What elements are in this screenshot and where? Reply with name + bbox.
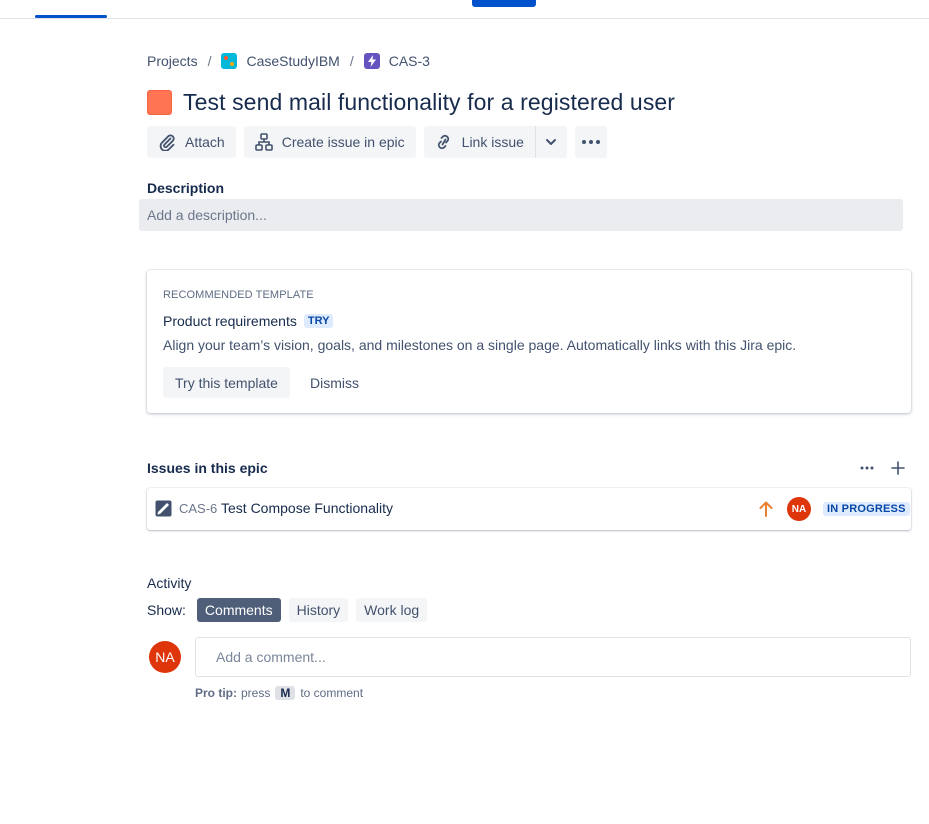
add-child-issue-button[interactable] xyxy=(888,458,908,478)
issue-title[interactable]: Test send mail functionality for a regis… xyxy=(183,89,675,116)
description-label: Description xyxy=(147,180,225,196)
more-icon xyxy=(860,466,874,470)
current-user-avatar: NA xyxy=(149,641,181,673)
keyboard-shortcut-key: M xyxy=(275,686,296,700)
top-create-button[interactable] xyxy=(472,0,536,7)
comments-filter-button[interactable]: Comments xyxy=(196,598,281,622)
activity-filter-row: Show: Comments History Work log xyxy=(147,598,435,622)
status-badge[interactable]: IN PROGRESS xyxy=(823,502,910,516)
more-icon xyxy=(581,140,600,144)
child-issue-summary[interactable]: Test Compose Functionality xyxy=(221,500,393,516)
template-title-row: Product requirements TRY xyxy=(163,313,334,329)
epic-lightning-icon xyxy=(363,53,380,69)
create-issue-in-epic-button[interactable]: Create issue in epic xyxy=(243,126,416,158)
try-badge: TRY xyxy=(303,314,334,328)
create-issue-in-epic-label: Create issue in epic xyxy=(281,134,405,150)
history-filter-button[interactable]: History xyxy=(288,598,349,622)
active-nav-indicator xyxy=(35,15,107,18)
attach-label: Attach xyxy=(185,134,225,150)
pro-tip: Pro tip: press M to comment xyxy=(195,686,363,700)
description-field[interactable]: Add a description... xyxy=(139,199,903,231)
breadcrumb: Projects / CaseStudyIBM / CAS-3 xyxy=(147,52,430,70)
more-actions-button[interactable] xyxy=(574,126,607,158)
paperclip-icon xyxy=(157,132,177,152)
template-actions: Try this template Dismiss xyxy=(163,367,371,398)
attach-button[interactable]: Attach xyxy=(147,126,236,158)
breadcrumb-epic-link[interactable]: CAS-3 xyxy=(389,53,430,69)
issue-type-icon[interactable] xyxy=(147,90,172,115)
project-avatar-icon xyxy=(221,53,238,69)
breadcrumb-separator: / xyxy=(207,53,212,69)
pro-tip-text-post: to comment xyxy=(300,686,364,700)
link-issue-split-button: Link issue xyxy=(423,126,567,158)
template-title: Product requirements xyxy=(163,313,297,329)
child-issue-row[interactable]: CAS-6 Test Compose Functionality NA IN P… xyxy=(147,488,911,530)
issue-type-icon xyxy=(155,500,172,517)
recommended-template-card: RECOMMENDED TEMPLATE Product requirement… xyxy=(147,270,911,413)
breadcrumb-separator: / xyxy=(349,53,354,69)
link-issue-dropdown-button[interactable] xyxy=(534,126,567,158)
comment-input[interactable]: Add a comment... xyxy=(195,637,911,677)
template-description: Align your team’s vision, goals, and mil… xyxy=(163,337,797,353)
arrow-up-icon xyxy=(759,501,773,517)
child-issue-key[interactable]: CAS-6 xyxy=(179,501,217,516)
link-issue-label: Link issue xyxy=(461,134,524,150)
hierarchy-icon xyxy=(254,132,274,152)
chevron-down-icon xyxy=(546,139,557,145)
issue-header: Test send mail functionality for a regis… xyxy=(147,89,675,116)
top-navigation-bar xyxy=(0,0,929,19)
show-label: Show: xyxy=(147,602,186,618)
template-kicker: RECOMMENDED TEMPLATE xyxy=(163,289,314,301)
pro-tip-label: Pro tip: xyxy=(195,686,237,700)
issue-toolbar: Attach Create issue in epic Link issue xyxy=(147,126,607,158)
epic-more-button[interactable] xyxy=(857,458,877,478)
pro-tip-text-pre: press xyxy=(241,686,271,700)
activity-label: Activity xyxy=(147,575,192,591)
issues-in-epic-header: Issues in this epic xyxy=(147,460,911,478)
try-template-button[interactable]: Try this template xyxy=(163,367,290,398)
assignee-avatar[interactable]: NA xyxy=(787,497,811,521)
issues-in-epic-label: Issues in this epic xyxy=(147,460,268,476)
breadcrumb-projects-link[interactable]: Projects xyxy=(147,53,198,69)
breadcrumb-project-link[interactable]: CaseStudyIBM xyxy=(246,53,339,69)
link-icon xyxy=(434,132,454,152)
work-log-filter-button[interactable]: Work log xyxy=(356,598,428,622)
plus-icon xyxy=(891,461,905,475)
dismiss-button[interactable]: Dismiss xyxy=(298,367,371,398)
link-issue-button[interactable]: Link issue xyxy=(423,126,535,158)
